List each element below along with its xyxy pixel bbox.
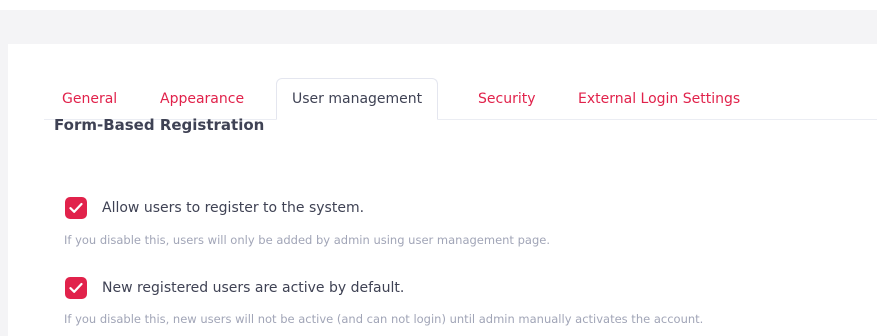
allow-registration-hint: If you disable this, users will only be … [64,233,550,247]
allow-registration-checkbox[interactable] [65,197,87,219]
checkmark-icon [69,282,83,293]
active-by-default-checkbox[interactable] [65,277,87,299]
section-title: Form-Based Registration [54,116,265,134]
tab-security[interactable]: Security [478,78,536,119]
checkmark-icon [69,202,83,213]
active-by-default-label[interactable]: New registered users are active by defau… [102,280,404,296]
settings-page: General Appearance User management Secur… [0,0,877,336]
tab-external-login-settings[interactable]: External Login Settings [578,78,740,119]
settings-tabs: General Appearance User management Secur… [44,78,877,120]
active-by-default-hint: If you disable this, new users will not … [64,312,704,326]
tab-appearance[interactable]: Appearance [160,78,244,119]
top-bar [0,0,877,10]
allow-registration-label[interactable]: Allow users to register to the system. [102,200,364,216]
tab-user-management[interactable]: User management [276,78,439,120]
tab-general[interactable]: General [62,78,117,119]
